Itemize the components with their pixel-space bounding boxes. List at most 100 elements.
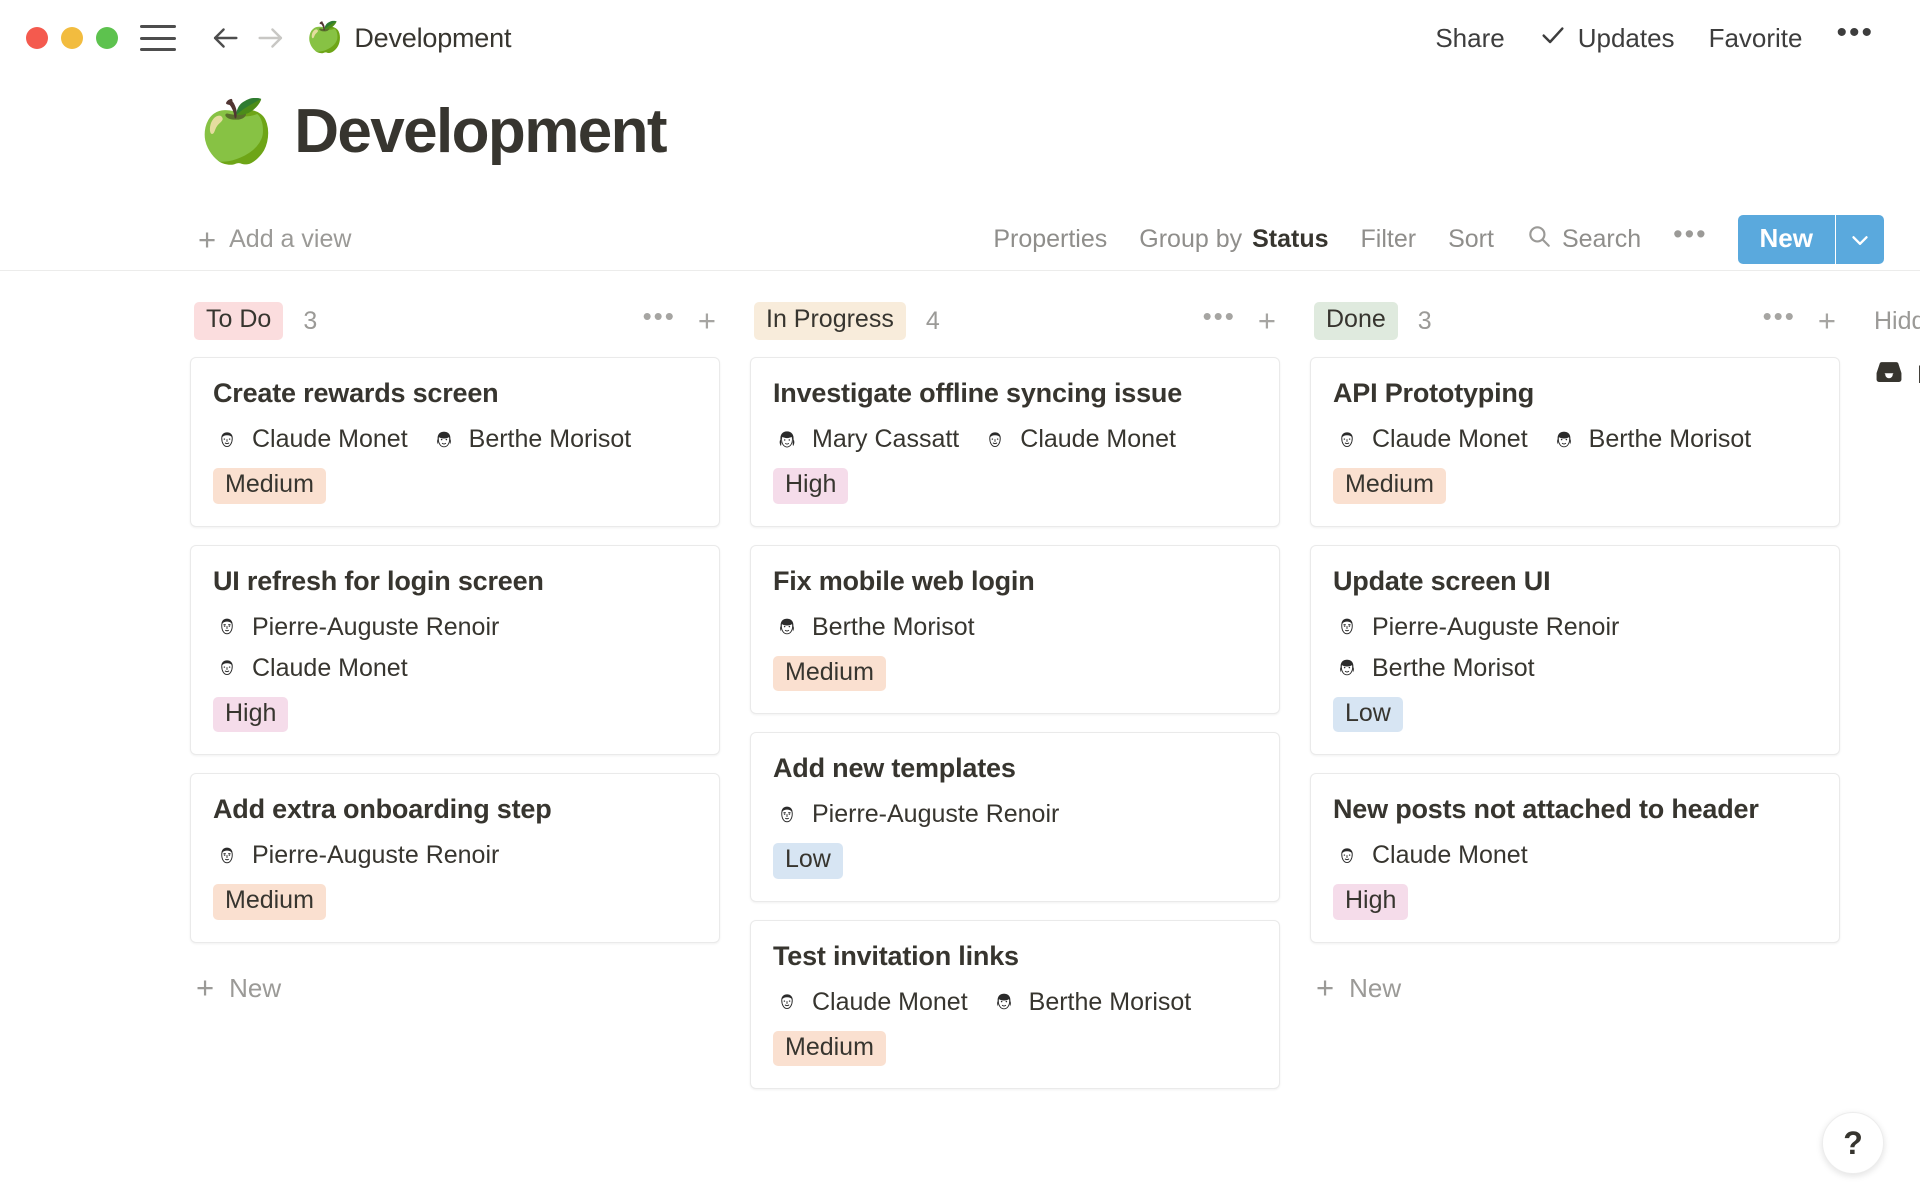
board-card[interactable]: Test invitation links Claude Monet Berth… xyxy=(750,920,1280,1090)
card-assignees: Claude Monet Berthe Morisot xyxy=(1333,425,1817,454)
priority-badge[interactable]: High xyxy=(1333,884,1408,920)
search-icon xyxy=(1526,223,1552,256)
assignee-name: Pierre-Auguste Renoir xyxy=(252,841,499,870)
assignee-name: Mary Cassatt xyxy=(812,425,959,454)
view-toolbar-actions: Properties Group by Status Filter Sort S… xyxy=(977,215,1884,264)
priority-badge[interactable]: High xyxy=(773,468,848,504)
priority-badge[interactable]: Medium xyxy=(773,1031,886,1067)
status-badge[interactable]: To Do xyxy=(194,302,283,340)
priority-badge[interactable]: High xyxy=(213,697,288,733)
column-more-options-icon[interactable]: ••• xyxy=(1763,311,1796,331)
titlebar-actions: Share Updates Favorite ••• xyxy=(1418,17,1884,60)
plus-icon: + xyxy=(196,975,214,1001)
column-new-card-button[interactable]: + New xyxy=(190,961,720,1016)
card-assignee: Pierre-Auguste Renoir xyxy=(213,841,499,870)
board-card[interactable]: New posts not attached to header Claude … xyxy=(1310,773,1840,943)
priority-badge[interactable]: Medium xyxy=(1333,468,1446,504)
priority-badge[interactable]: Low xyxy=(773,843,843,879)
board-card[interactable]: Investigate offline syncing issue Mary C… xyxy=(750,357,1280,527)
card-assignees: Claude Monet Berthe Morisot xyxy=(213,425,697,454)
assignee-name: Claude Monet xyxy=(1372,425,1528,454)
filter-label: Filter xyxy=(1361,225,1417,254)
card-title: Fix mobile web login xyxy=(773,566,1257,597)
board-card[interactable]: UI refresh for login screen Pierre-Augus… xyxy=(190,545,720,756)
column-add-card-icon[interactable]: + xyxy=(1818,309,1836,334)
column-new-card-button[interactable]: + New xyxy=(1310,961,1840,1016)
board-card[interactable]: API Prototyping Claude Monet Berthe Mori… xyxy=(1310,357,1840,527)
board-column: Done 3 ••• + API Prototyping Claude Mone… xyxy=(1310,299,1840,1179)
column-header: To Do 3 ••• + xyxy=(190,299,720,343)
updates-button[interactable]: Updates xyxy=(1522,17,1692,60)
status-badge[interactable]: In Progress xyxy=(754,302,906,340)
card-title: API Prototyping xyxy=(1333,378,1817,409)
new-button-divider xyxy=(1835,215,1836,264)
card-assignee: Berthe Morisot xyxy=(1550,425,1752,454)
plus-icon: + xyxy=(198,226,216,254)
hidden-group-no-status[interactable]: No Status xyxy=(1870,357,1920,394)
assignee-name: Pierre-Auguste Renoir xyxy=(252,613,499,642)
card-assignee: Berthe Morisot xyxy=(1333,654,1535,683)
favorite-button[interactable]: Favorite xyxy=(1692,19,1820,58)
chevron-down-icon[interactable] xyxy=(1836,215,1884,264)
column-add-card-icon[interactable]: + xyxy=(698,309,716,334)
assignee-name: Berthe Morisot xyxy=(812,613,975,642)
board-card[interactable]: Add extra onboarding step Pierre-Auguste… xyxy=(190,773,720,943)
maximize-window-button[interactable] xyxy=(96,27,118,49)
card-assignee: Claude Monet xyxy=(1333,841,1528,870)
view-more-options-icon[interactable]: ••• xyxy=(1657,228,1723,252)
assignee-name: Claude Monet xyxy=(252,425,408,454)
column-add-card-icon[interactable]: + xyxy=(1258,309,1276,334)
board-card[interactable]: Create rewards screen Claude Monet Berth… xyxy=(190,357,720,527)
properties-button[interactable]: Properties xyxy=(977,219,1123,260)
avatar-berthe-morisot xyxy=(1550,426,1578,454)
card-title: Update screen UI xyxy=(1333,566,1817,597)
card-assignee: Mary Cassatt xyxy=(773,425,959,454)
column-more-options-icon[interactable]: ••• xyxy=(1203,311,1236,331)
sort-label: Sort xyxy=(1448,225,1494,254)
page-title[interactable]: Development xyxy=(294,96,666,167)
page-icon-emoji[interactable]: 🍏 xyxy=(198,101,275,163)
sort-button[interactable]: Sort xyxy=(1432,219,1510,260)
group-by-button[interactable]: Group by Status xyxy=(1123,219,1344,260)
help-button[interactable]: ? xyxy=(1822,1112,1884,1174)
card-assignees: Claude Monet xyxy=(1333,841,1817,870)
board-card[interactable]: Update screen UI Pierre-Auguste Renoir B… xyxy=(1310,545,1840,756)
search-button[interactable]: Search xyxy=(1510,217,1657,262)
forward-arrow-icon[interactable] xyxy=(248,15,294,61)
assignee-name: Berthe Morisot xyxy=(1029,988,1192,1017)
board-card[interactable]: Fix mobile web login Berthe Morisot Medi… xyxy=(750,545,1280,715)
filter-button[interactable]: Filter xyxy=(1345,219,1433,260)
priority-badge[interactable]: Medium xyxy=(213,468,326,504)
minimize-window-button[interactable] xyxy=(61,27,83,49)
check-icon xyxy=(1539,21,1567,56)
new-button-group: New xyxy=(1738,215,1884,264)
card-assignees: Pierre-Auguste Renoir xyxy=(773,800,1257,829)
card-assignee: Pierre-Auguste Renoir xyxy=(1333,613,1619,642)
new-button[interactable]: New xyxy=(1738,215,1835,264)
add-view-button[interactable]: + Add a view xyxy=(198,225,351,254)
sidebar-toggle-icon[interactable] xyxy=(140,25,176,51)
avatar-claude-monet xyxy=(981,426,1009,454)
board-card[interactable]: Add new templates Pierre-Auguste Renoir … xyxy=(750,732,1280,902)
column-more-options-icon[interactable]: ••• xyxy=(643,311,676,331)
close-window-button[interactable] xyxy=(26,27,48,49)
column-count: 4 xyxy=(926,307,940,336)
column-header: Done 3 ••• + xyxy=(1310,299,1840,343)
avatar-claude-monet xyxy=(1333,426,1361,454)
avatar-pierre-auguste-renoir xyxy=(773,801,801,829)
share-button[interactable]: Share xyxy=(1418,19,1521,58)
priority-badge[interactable]: Medium xyxy=(213,884,326,920)
avatar-pierre-auguste-renoir xyxy=(1333,613,1361,641)
avatar-claude-monet xyxy=(773,988,801,1016)
back-arrow-icon[interactable] xyxy=(202,15,248,61)
avatar-pierre-auguste-renoir xyxy=(213,613,241,641)
status-badge[interactable]: Done xyxy=(1314,302,1398,340)
avatar-berthe-morisot xyxy=(430,426,458,454)
group-by-prefix: Group by xyxy=(1139,225,1242,254)
assignee-name: Claude Monet xyxy=(252,654,408,683)
breadcrumb-title[interactable]: Development xyxy=(354,23,511,54)
window-more-options-icon[interactable]: ••• xyxy=(1819,25,1884,52)
priority-badge[interactable]: Low xyxy=(1333,697,1403,733)
avatar-berthe-morisot xyxy=(773,613,801,641)
priority-badge[interactable]: Medium xyxy=(773,656,886,692)
